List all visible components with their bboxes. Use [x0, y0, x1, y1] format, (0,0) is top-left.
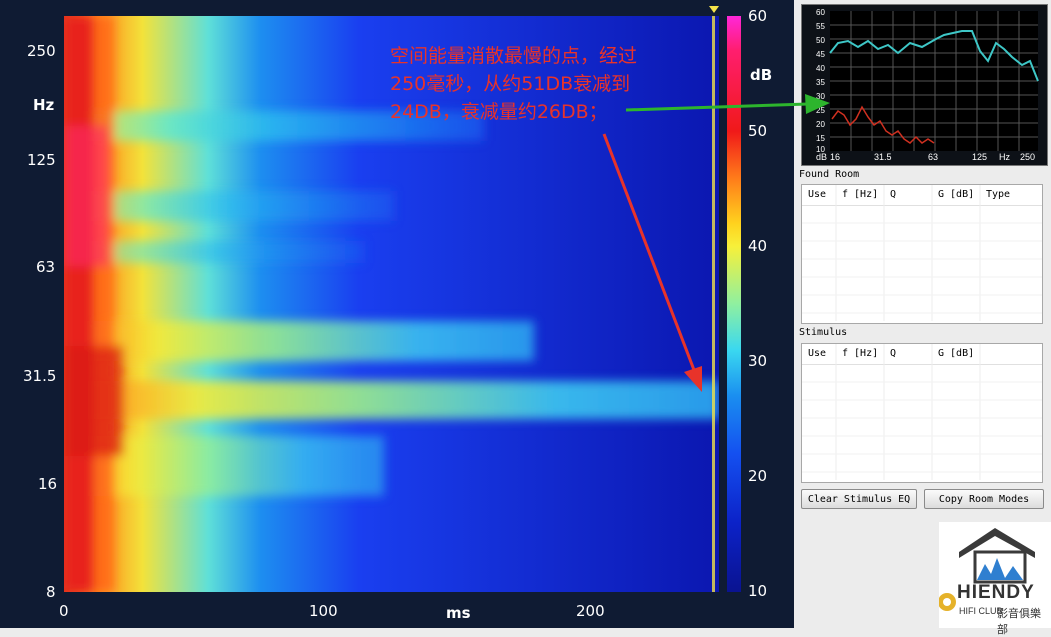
y-tick-8: 8	[46, 583, 56, 601]
waterfall-panel: 250 Hz 125 63 31.5 16 8 0 100 200 ms 60 …	[0, 0, 794, 628]
y-tick-31-5: 31.5	[23, 367, 57, 385]
logo-sub-text: HIFI CLUB	[959, 606, 1003, 616]
colorbar-tick-50: 50	[748, 122, 768, 140]
clear-stimulus-eq-button[interactable]: Clear Stimulus EQ	[801, 489, 917, 509]
mini-chart-svg	[829, 11, 1039, 151]
found-room-title: Found Room	[799, 169, 860, 180]
mini-y-tick-60: 60	[816, 8, 825, 17]
watermark-logo: HIENDY HIFI CLUB 影音俱樂部	[938, 522, 1051, 636]
colorbar-unit: dB	[750, 66, 773, 84]
mini-y-tick-45: 45	[816, 50, 825, 59]
y-tick-63: 63	[36, 258, 56, 276]
logo-brand-text: HIENDY	[957, 582, 1035, 603]
found-room-table[interactable]: Use f [Hz] Q G [dB] Type	[801, 184, 1043, 324]
x-unit-label: ms	[446, 604, 471, 622]
y-unit-label: Hz	[33, 96, 55, 114]
mini-x-tick-125: 125	[972, 152, 988, 162]
mini-y-tick-40: 40	[816, 64, 825, 73]
annotation-line-2: 250毫秒，从约51DB衰减到	[390, 73, 631, 95]
stimulus-table[interactable]: Use f [Hz] Q G [dB]	[801, 343, 1043, 483]
mini-x-tick-63: 63	[928, 152, 939, 162]
annotation-line-1: 空间能量消散最慢的点，经过	[390, 45, 638, 67]
stimulus-grid	[802, 344, 1042, 480]
mini-y-tick-35: 35	[816, 78, 825, 87]
mini-x-tick-31-5: 31.5	[874, 152, 892, 162]
colorbar	[727, 16, 741, 592]
x-tick-100: 100	[309, 602, 338, 620]
cursor-marker[interactable]	[709, 6, 719, 13]
annotation-line-3: 24DB，衰减量约26DB；	[390, 101, 608, 123]
mini-y-tick-30: 30	[816, 92, 825, 101]
colorbar-tick-10: 10	[748, 582, 768, 600]
mini-y-tick-20: 20	[816, 120, 825, 129]
colorbar-tick-40: 40	[748, 237, 768, 255]
mini-y-tick-50: 50	[816, 36, 825, 45]
annotation-text: 空间能量消散最慢的点，经过 250毫秒，从约51DB衰减到 24DB，衰减量约2…	[390, 42, 720, 126]
colorbar-tick-60: 60	[748, 7, 768, 25]
colorbar-tick-20: 20	[748, 467, 768, 485]
colorbar-tick-30: 30	[748, 352, 768, 370]
found-room-grid	[802, 185, 1042, 321]
mini-y-tick-55: 55	[816, 22, 825, 31]
x-tick-0: 0	[59, 602, 69, 620]
mini-chart[interactable]: 60 55 50 45 40 35 30 25 20 15 10 dB 16 3…	[801, 4, 1048, 166]
x-tick-200: 200	[576, 602, 605, 620]
mini-x-tick-16: 16	[830, 152, 841, 162]
y-tick-250: 250	[27, 42, 56, 60]
mini-y-tick-25: 25	[816, 106, 825, 115]
mini-x-tick-250: 250	[1020, 152, 1036, 162]
stimulus-title: Stimulus	[799, 327, 848, 338]
logo-cn-text: 影音俱樂部	[997, 608, 1041, 636]
mini-y-tick-15: 15	[816, 134, 825, 143]
y-tick-16: 16	[38, 475, 58, 493]
mini-unit-db: dB	[816, 152, 828, 162]
copy-room-modes-button[interactable]: Copy Room Modes	[924, 489, 1044, 509]
mini-x-unit-hz: Hz	[999, 152, 1010, 162]
y-tick-125: 125	[27, 151, 56, 169]
